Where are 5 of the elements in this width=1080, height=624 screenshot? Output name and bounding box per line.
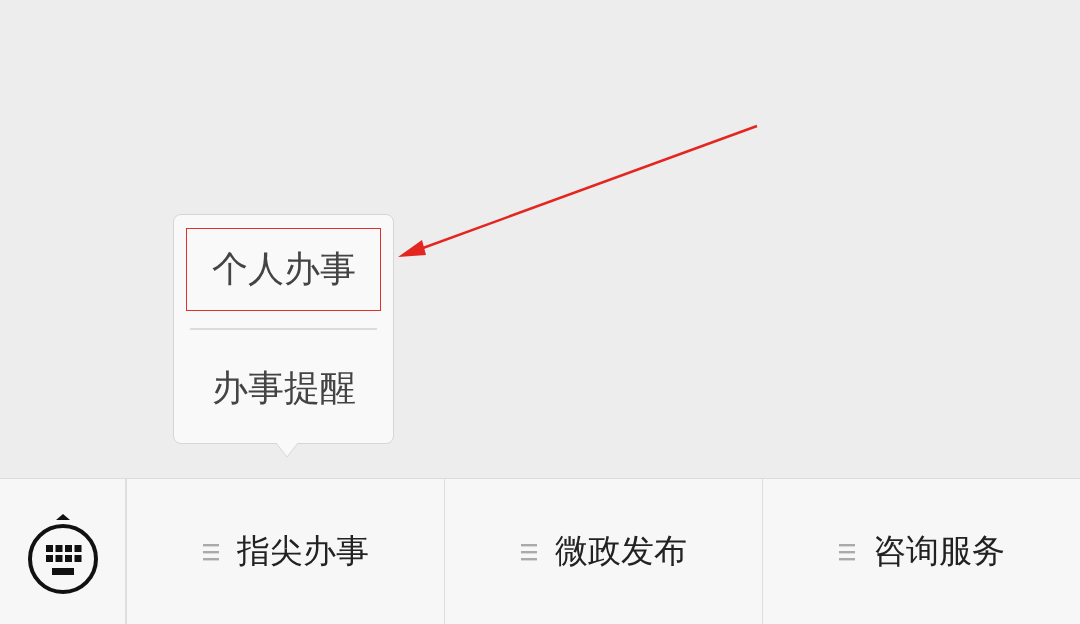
submenu-item[interactable]: 办事提醒 [186,347,381,430]
submenu-item[interactable]: 个人办事 [186,228,381,311]
menu-icon [838,542,855,561]
menu-icon [202,542,219,561]
menu-icon [520,542,537,561]
